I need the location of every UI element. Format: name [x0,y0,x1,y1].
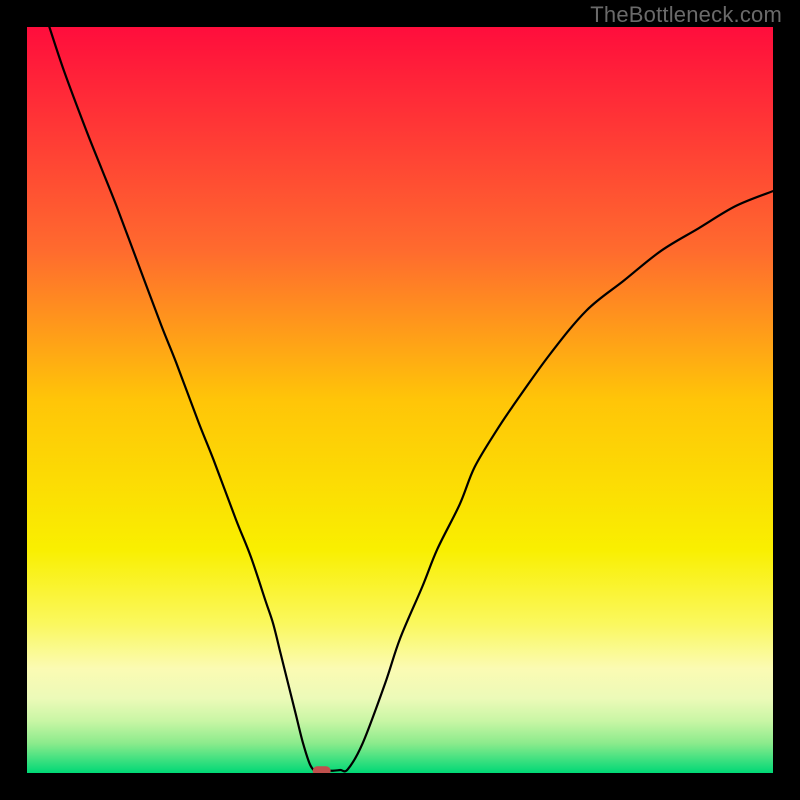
gradient-background [27,27,773,773]
plot-svg [27,27,773,773]
watermark-text: TheBottleneck.com [590,2,782,28]
plot-area [27,27,773,773]
optimal-point-marker [313,766,331,773]
chart-frame: TheBottleneck.com [0,0,800,800]
